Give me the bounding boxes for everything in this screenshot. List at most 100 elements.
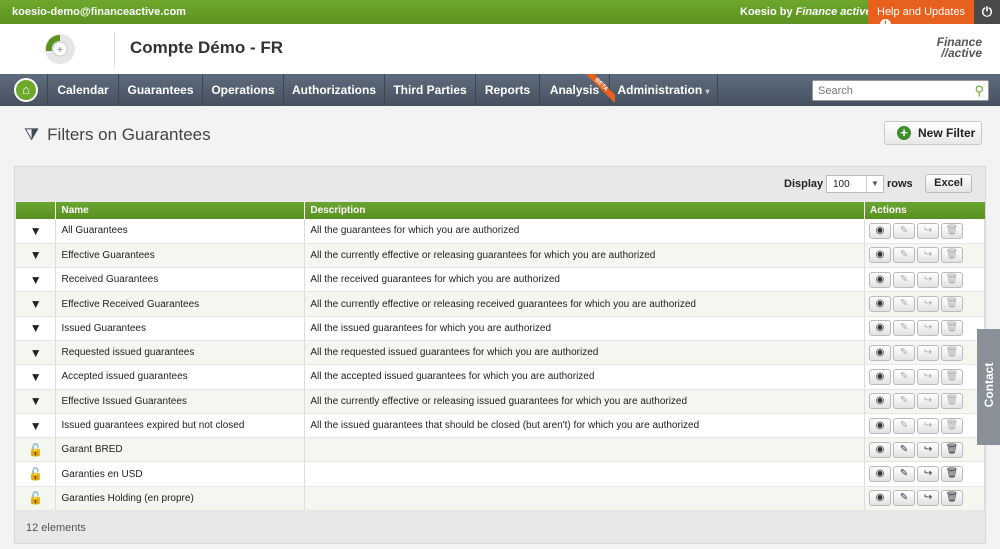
share-icon[interactable]: ↪ (917, 247, 940, 264)
row-name[interactable]: Issued Guarantees (55, 316, 306, 341)
col-header-name[interactable]: Name (55, 202, 306, 219)
rows-label: rows (887, 178, 913, 190)
trash-icon[interactable]: 🗑 (941, 296, 964, 313)
edit-icon[interactable]: ✎ (893, 490, 916, 507)
table-row[interactable]: ▼ Accepted issued guarantees All the accep… (16, 364, 985, 390)
share-icon[interactable]: ↪ (917, 417, 940, 434)
edit-icon[interactable]: ✎ (893, 247, 916, 264)
view-eye-icon[interactable]: ◉ (869, 271, 892, 288)
user-email[interactable]: koesio-demo@financeactive.com (12, 6, 186, 18)
edit-icon[interactable]: ✎ (893, 271, 916, 288)
row-name[interactable]: Requested issued guarantees (55, 340, 306, 366)
row-name[interactable]: All Guarantees (55, 219, 306, 244)
edit-icon[interactable]: ✎ (893, 368, 916, 385)
nav-calendar[interactable]: Calendar (47, 74, 118, 106)
share-icon[interactable]: ↪ (917, 271, 940, 288)
view-eye-icon[interactable]: ◉ (869, 441, 892, 458)
contact-tab[interactable]: Contact (977, 329, 1000, 445)
share-icon[interactable]: ↪ (917, 320, 940, 337)
table-row[interactable]: ▼ Received Guarantees All the received gua… (16, 267, 985, 293)
share-icon[interactable]: ↪ (917, 222, 940, 239)
new-filter-button[interactable]: + New Filter (884, 121, 982, 145)
row-name[interactable]: Garant BRED (55, 437, 306, 463)
power-icon[interactable]: ⏻ (974, 0, 1000, 24)
nav-guarantees[interactable]: Guarantees (118, 74, 202, 106)
trash-icon[interactable]: 🗑 (941, 222, 964, 239)
row-name[interactable]: Effective Guarantees (55, 243, 306, 269)
trash-icon[interactable]: 🗑 (941, 344, 964, 361)
view-eye-icon[interactable]: ◉ (869, 466, 892, 483)
view-eye-icon[interactable]: ◉ (869, 222, 892, 239)
table-row[interactable]: ▼ Effective Guarantees All the currently e… (16, 243, 985, 269)
table-row[interactable]: 🔓 Garanties Holding (en propre) ◉ ✎ ↪ 🗑 (16, 486, 985, 512)
search-icon[interactable]: ⚲ (974, 83, 984, 99)
filter-icon: ▼ (16, 291, 57, 317)
col-header-description[interactable]: Description (304, 202, 866, 219)
row-name[interactable]: Issued guarantees expired but not closed (55, 413, 306, 439)
edit-icon[interactable]: ✎ (893, 393, 916, 410)
table-row[interactable]: ▼ Issued guarantees expired but not close… (16, 413, 985, 439)
row-actions: ◉ ✎ ↪ 🗑 (864, 486, 985, 512)
edit-icon[interactable]: ✎ (893, 320, 916, 337)
rows-select[interactable]: 100 ▼ (826, 175, 884, 193)
share-icon[interactable]: ↪ (917, 393, 940, 410)
row-name[interactable]: Effective Issued Guarantees (55, 389, 306, 414)
search-input[interactable] (813, 81, 963, 100)
table-row[interactable]: ▼ Issued Guarantees All the issued guarant… (16, 316, 985, 341)
edit-icon[interactable]: ✎ (893, 344, 916, 361)
brand-text: Koesio by Finance active (740, 6, 872, 18)
edit-icon[interactable]: ✎ (893, 222, 916, 239)
view-eye-icon[interactable]: ◉ (869, 490, 892, 507)
trash-icon[interactable]: 🗑 (941, 368, 964, 385)
table-row[interactable]: ▼ Effective Issued Guarantees All the curr… (16, 389, 985, 414)
trash-icon[interactable]: 🗑 (941, 393, 964, 410)
nav-administration[interactable]: Administration ▾ (609, 74, 718, 106)
nav-reports[interactable]: Reports (475, 74, 539, 106)
edit-icon[interactable]: ✎ (893, 417, 916, 434)
nav-third-parties[interactable]: Third Parties (384, 74, 475, 106)
trash-icon[interactable]: 🗑 (941, 441, 964, 458)
share-icon[interactable]: ↪ (917, 441, 940, 458)
view-eye-icon[interactable]: ◉ (869, 417, 892, 434)
edit-icon[interactable]: ✎ (893, 296, 916, 313)
excel-button[interactable]: Excel (925, 174, 972, 193)
share-icon[interactable]: ↪ (917, 344, 940, 361)
trash-icon[interactable]: 🗑 (941, 247, 964, 264)
row-name[interactable]: Received Guarantees (55, 267, 306, 293)
nav-operations[interactable]: Operations (202, 74, 283, 106)
search-box[interactable]: ⚲ (812, 80, 989, 101)
share-icon[interactable]: ↪ (917, 490, 940, 507)
view-eye-icon[interactable]: ◉ (869, 247, 892, 264)
trash-icon[interactable]: 🗑 (941, 466, 964, 483)
view-eye-icon[interactable]: ◉ (869, 320, 892, 337)
table-row[interactable]: ▼ Effective Received Guarantees All the cu… (16, 291, 985, 317)
home-button[interactable]: ⌂ (8, 78, 44, 102)
table-row[interactable]: 🔓 Garanties en USD ◉ ✎ ↪ 🗑 (16, 461, 985, 487)
row-name[interactable]: Accepted issued guarantees (55, 364, 306, 390)
help-updates-button[interactable]: Help and Updates ! (868, 0, 974, 30)
nav-authorizations[interactable]: Authorizations (283, 74, 384, 106)
share-icon[interactable]: ↪ (917, 466, 940, 483)
view-eye-icon[interactable]: ◉ (869, 296, 892, 313)
row-name[interactable]: Effective Received Guarantees (55, 291, 306, 317)
row-actions: ◉ ✎ ↪ 🗑 (864, 364, 985, 390)
table-row[interactable]: ▼ Requested issued guarantees All the requ… (16, 340, 985, 366)
share-icon[interactable]: ↪ (917, 296, 940, 313)
trash-icon[interactable]: 🗑 (941, 320, 964, 337)
trash-icon[interactable]: 🗑 (941, 417, 964, 434)
edit-icon[interactable]: ✎ (893, 466, 916, 483)
share-icon[interactable]: ↪ (917, 368, 940, 385)
edit-icon[interactable]: ✎ (893, 441, 916, 458)
col-header-actions: Actions (864, 202, 985, 219)
account-name: Compte Démo - FR (130, 38, 283, 57)
row-name[interactable]: Garanties en USD (55, 461, 306, 487)
trash-icon[interactable]: 🗑 (941, 490, 964, 507)
app-logo[interactable]: + (38, 29, 78, 69)
row-name[interactable]: Garanties Holding (en propre) (55, 486, 306, 512)
view-eye-icon[interactable]: ◉ (869, 368, 892, 385)
table-row[interactable]: 🔓 Garant BRED ◉ ✎ ↪ 🗑 (16, 437, 985, 463)
trash-icon[interactable]: 🗑 (941, 271, 964, 288)
view-eye-icon[interactable]: ◉ (869, 393, 892, 410)
table-row[interactable]: ▼ All Guarantees All the guarantees for wh… (16, 219, 985, 244)
view-eye-icon[interactable]: ◉ (869, 344, 892, 361)
